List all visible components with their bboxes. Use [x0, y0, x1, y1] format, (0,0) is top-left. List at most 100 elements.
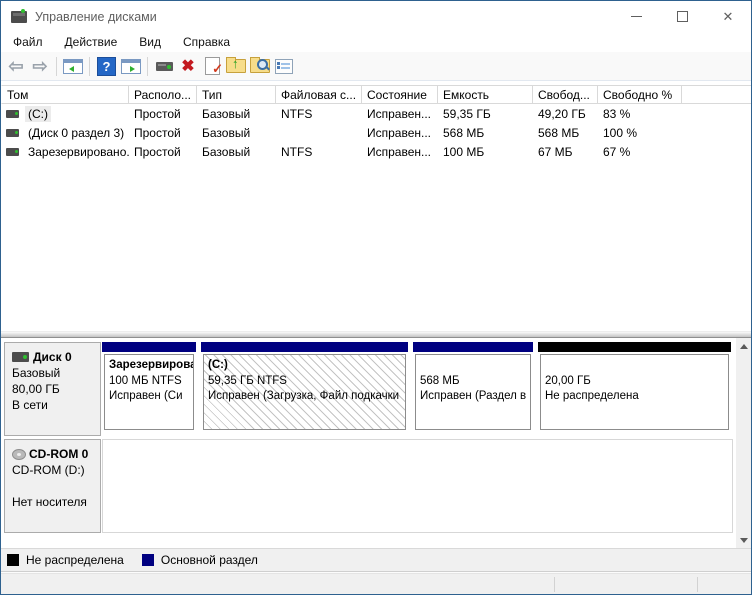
volume-list-pane: ТомРасполо...ТипФайловая с...СостояниеЕм…: [1, 85, 751, 331]
partition-title: [420, 358, 526, 374]
partition-title: Зарезервировано: [109, 358, 189, 374]
cell-free_pct: 100 %: [598, 126, 682, 140]
volume-name: Зарезервировано...: [25, 144, 129, 160]
partition-status-line: Не распределена: [545, 389, 724, 405]
legend-bar: Не распределена Основной раздел: [1, 548, 751, 571]
volume-row-2[interactable]: Зарезервировано...ПростойБазовыйNTFSИспр…: [1, 142, 751, 161]
cell-status: Исправен...: [362, 126, 438, 140]
cell-free: 568 МБ: [533, 126, 598, 140]
close-icon: ✕: [723, 10, 734, 23]
partition-2[interactable]: 568 МБИсправен (Раздел в: [413, 342, 533, 436]
menu-item-0[interactable]: Файл: [2, 33, 54, 51]
checklist-icon[interactable]: [272, 54, 296, 78]
column-header-3[interactable]: Файловая с...: [276, 85, 362, 104]
cell-status: Исправен...: [362, 145, 438, 159]
partition-title: (C:): [208, 358, 401, 374]
minimize-icon: [631, 16, 642, 17]
explore-icon[interactable]: [248, 54, 272, 78]
partition-size-line: 568 МБ: [420, 374, 526, 390]
title-bar[interactable]: Управление дисками ✕: [1, 1, 751, 32]
partition-status-line: Исправен (Загрузка, Файл подкачки: [208, 389, 401, 405]
column-header-1[interactable]: Располо...: [129, 85, 197, 104]
close-button[interactable]: ✕: [705, 1, 751, 32]
action-pane-icon[interactable]: [119, 54, 143, 78]
toolbar: ⇦⇨? ✖✓↑: [1, 52, 751, 81]
column-header-0[interactable]: Том: [1, 85, 129, 104]
partition-size-line: 100 МБ NTFS: [109, 374, 189, 390]
column-header-6[interactable]: Свобод...: [533, 85, 598, 104]
cell-fs: NTFS: [276, 107, 362, 121]
chevron-down-icon: [740, 538, 748, 543]
partition-3[interactable]: 20,00 ГБНе распределена: [538, 342, 731, 436]
menu-bar: ФайлДействиеВидСправка: [1, 32, 751, 52]
partition-size-line: 20,00 ГБ: [545, 374, 724, 390]
open-folder-icon[interactable]: ↑: [224, 54, 248, 78]
back-icon[interactable]: ⇦: [4, 54, 28, 78]
cell-free_pct: 83 %: [598, 107, 682, 121]
partition-info-box: Зарезервировано100 МБ NTFSИсправен (Си: [104, 354, 194, 430]
partition-color-bar: [413, 342, 533, 352]
partition-info-box: (C:)59,35 ГБ NTFSИсправен (Загрузка, Фай…: [203, 354, 406, 430]
column-header-2[interactable]: Тип: [197, 85, 276, 104]
menu-item-2[interactable]: Вид: [128, 33, 172, 51]
disk0-header-panel[interactable]: Диск 0 Базовый 80,00 ГБ В сети: [4, 342, 101, 436]
graphical-view-scrollbar[interactable]: [736, 338, 751, 548]
scroll-down-button[interactable]: [736, 532, 751, 548]
window-controls: ✕: [613, 1, 751, 32]
toolbar-separator: [147, 57, 148, 76]
maximize-icon: [677, 11, 688, 22]
volume-name: (Диск 0 раздел 3): [25, 125, 127, 141]
disk0-status: В сети: [12, 397, 98, 413]
cell-fs: NTFS: [276, 145, 362, 159]
toolbar-separator: [89, 57, 90, 76]
disk0-size: 80,00 ГБ: [12, 381, 98, 397]
legend-label: Не распределена: [26, 553, 124, 567]
cell-layout: Простой: [129, 107, 197, 121]
column-header-7[interactable]: Свободно %: [598, 85, 682, 104]
rescan-disks-icon[interactable]: [152, 54, 176, 78]
cdrom0-letter: CD-ROM (D:): [12, 462, 98, 478]
partition-color-bar: [201, 342, 408, 352]
maximize-button[interactable]: [659, 1, 705, 32]
properties-icon[interactable]: ✓: [200, 54, 224, 78]
legend-label: Основной раздел: [161, 553, 258, 567]
volume-list-header: ТомРасполо...ТипФайловая с...СостояниеЕм…: [1, 85, 751, 104]
volume-row-0[interactable]: (C:)ПростойБазовыйNTFSИсправен...59,35 Г…: [1, 104, 751, 123]
column-header-4[interactable]: Состояние: [362, 85, 438, 104]
cell-type: Базовый: [197, 107, 276, 121]
partition-size-line: 59,35 ГБ NTFS: [208, 374, 401, 390]
volume-drive-icon: [6, 129, 19, 137]
delete-icon[interactable]: ✖: [176, 54, 200, 78]
cell-capacity: 100 МБ: [438, 145, 533, 159]
column-header-8[interactable]: [682, 85, 751, 104]
cell-type: Базовый: [197, 145, 276, 159]
partition-status-line: Исправен (Раздел в: [420, 389, 526, 405]
console-tree-icon[interactable]: [61, 54, 85, 78]
toolbar-separator: [56, 57, 57, 76]
magnifier-icon: [257, 59, 268, 70]
pane-splitter[interactable]: [1, 331, 751, 338]
partition-0[interactable]: Зарезервировано100 МБ NTFSИсправен (Си: [102, 342, 196, 436]
column-header-5[interactable]: Емкость: [438, 85, 533, 104]
cell-capacity: 59,35 ГБ: [438, 107, 533, 121]
cell-volume: Зарезервировано...: [1, 144, 129, 160]
scroll-up-button[interactable]: [736, 338, 751, 354]
minimize-button[interactable]: [613, 1, 659, 32]
app-disk-icon[interactable]: [11, 11, 27, 23]
volume-row-1[interactable]: (Диск 0 раздел 3)ПростойБазовыйИсправен.…: [1, 123, 751, 142]
volume-drive-icon: [6, 110, 19, 118]
disk-drive-icon: [12, 352, 29, 362]
status-bar-divider: [697, 577, 698, 592]
volume-list-body: (C:)ПростойБазовыйNTFSИсправен...59,35 Г…: [1, 104, 751, 161]
menu-item-1[interactable]: Действие: [54, 33, 129, 51]
cell-free: 67 МБ: [533, 145, 598, 159]
cdrom0-header-panel[interactable]: CD-ROM 0 CD-ROM (D:) Нет носителя: [4, 439, 101, 533]
partition-status-line: Исправен (Си: [109, 389, 189, 405]
cell-free_pct: 67 %: [598, 145, 682, 159]
menu-item-3[interactable]: Справка: [172, 33, 241, 51]
partition-info-box: 568 МБИсправен (Раздел в: [415, 354, 531, 430]
help-icon[interactable]: ?: [97, 57, 116, 76]
forward-icon[interactable]: ⇨: [28, 54, 52, 78]
cdrom0-media-area[interactable]: [102, 439, 733, 533]
partition-1[interactable]: (C:)59,35 ГБ NTFSИсправен (Загрузка, Фай…: [201, 342, 408, 436]
